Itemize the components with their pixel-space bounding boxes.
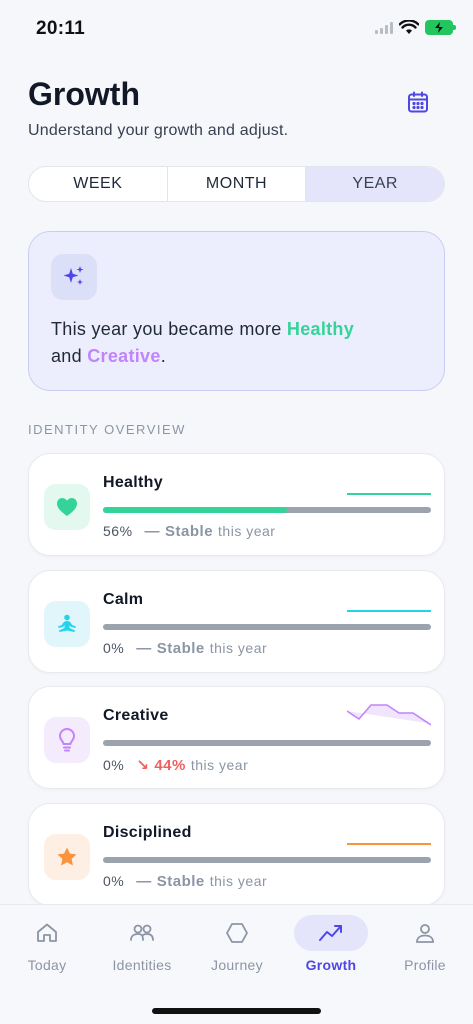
- status-bar: 20:11: [0, 0, 473, 56]
- trend-icon: —: [144, 523, 161, 540]
- status-time: 20:11: [36, 18, 86, 39]
- identity-name: Creative: [103, 707, 169, 724]
- home-icon: [37, 923, 57, 942]
- insight-suffix: .: [160, 346, 166, 366]
- identity-meta: 0% — Stable this year: [103, 640, 267, 657]
- identity-card-calm[interactable]: Calm 0% — Stable this year: [28, 570, 445, 673]
- sparkline: [347, 493, 431, 495]
- trend-suffix: this year: [218, 523, 276, 539]
- identity-meta: 0% — Stable this year: [103, 873, 267, 890]
- tab-label: Growth: [305, 957, 357, 973]
- progress-track: [103, 624, 431, 630]
- sparkles-icon: [51, 254, 97, 300]
- tab-bar: Today Identities Journey Growth Profile: [0, 904, 473, 1024]
- home-indicator: [152, 1008, 321, 1014]
- period-month-tab[interactable]: MONTH: [168, 167, 307, 201]
- insight-text: This year you became more Healthy and Cre…: [51, 316, 431, 370]
- signal-icon: [375, 21, 393, 34]
- tab-today[interactable]: Today: [2, 915, 92, 973]
- tab-label: Journey: [211, 957, 263, 973]
- identity-card-disciplined[interactable]: Disciplined 0% — Stable this year: [28, 803, 445, 906]
- hexagon-icon: [226, 923, 248, 943]
- trend-down-icon: ↘: [136, 757, 150, 774]
- tab-profile[interactable]: Profile: [380, 915, 470, 973]
- identity-name: Disciplined: [103, 824, 192, 841]
- identity-name: Healthy: [103, 474, 163, 491]
- insight-middle: and: [51, 346, 88, 366]
- identity-name: Calm: [103, 591, 144, 608]
- progress-track: [103, 857, 431, 863]
- tab-label: Today: [27, 957, 67, 973]
- progress-fill: [103, 507, 287, 513]
- lightbulb-icon: [44, 717, 90, 763]
- trend-suffix: this year: [209, 640, 268, 656]
- identity-card-healthy[interactable]: Healthy 56% — Stable this year: [28, 453, 445, 556]
- tab-icon-wrap: [294, 915, 368, 951]
- tab-growth[interactable]: Growth: [286, 915, 376, 973]
- person-icon: [416, 924, 434, 943]
- tab-journey[interactable]: Journey: [192, 915, 282, 973]
- identity-percent: 0%: [103, 757, 125, 773]
- status-icons: [375, 20, 456, 35]
- tab-icon-wrap: [105, 915, 179, 951]
- period-week-tab[interactable]: WEEK: [29, 167, 168, 201]
- identity-card-creative[interactable]: Creative 0% ↘ 44% this year: [28, 686, 445, 789]
- tab-icon-wrap: [200, 915, 274, 951]
- tab-label: Identities: [112, 957, 172, 973]
- identity-percent: 0%: [103, 873, 125, 889]
- period-year-tab[interactable]: YEAR: [306, 167, 444, 201]
- trend-suffix: this year: [190, 757, 249, 773]
- people-icon: [130, 924, 154, 941]
- trend-icon: —: [136, 873, 152, 890]
- identity-meta: 0% ↘ 44% this year: [103, 756, 248, 774]
- insight-highlight-creative: Creative: [87, 346, 161, 366]
- insight-card: This year you became more Healthy and Cre…: [28, 231, 445, 391]
- identity-percent: 0%: [103, 640, 125, 656]
- heart-icon: [44, 484, 90, 530]
- meditation-icon: [44, 601, 90, 647]
- progress-track: [103, 507, 431, 513]
- trend-label: Stable: [156, 640, 205, 657]
- trend-icon: —: [136, 640, 152, 657]
- trend-label: Stable: [165, 523, 214, 540]
- sparkline: [347, 610, 431, 612]
- progress-track: [103, 740, 431, 746]
- trend-suffix: this year: [209, 873, 268, 889]
- insight-highlight-healthy: Healthy: [286, 319, 355, 339]
- identity-percent: 56%: [103, 523, 133, 539]
- page-title: Growth: [28, 76, 140, 112]
- tab-icon-wrap: [10, 915, 84, 951]
- sparkline: [347, 843, 431, 845]
- trend-label: 44%: [154, 757, 186, 774]
- sparkline: [347, 704, 431, 726]
- calendar-icon: [408, 91, 428, 113]
- identity-meta: 56% — Stable this year: [103, 523, 275, 540]
- period-selector: WEEK MONTH YEAR: [28, 166, 445, 202]
- calendar-button[interactable]: [402, 86, 434, 118]
- insight-prefix: This year you became more: [51, 319, 287, 339]
- battery-icon: [425, 20, 456, 35]
- wifi-icon: [399, 20, 419, 34]
- trend-label: Stable: [156, 873, 205, 890]
- star-icon: [44, 834, 90, 880]
- tab-icon-wrap: [388, 915, 462, 951]
- tab-label: Profile: [404, 957, 446, 973]
- page-subtitle: Understand your growth and adjust.: [28, 122, 289, 139]
- section-label: IDENTITY OVERVIEW: [28, 422, 186, 437]
- tab-identities[interactable]: Identities: [97, 915, 187, 973]
- trend-icon: [319, 925, 342, 941]
